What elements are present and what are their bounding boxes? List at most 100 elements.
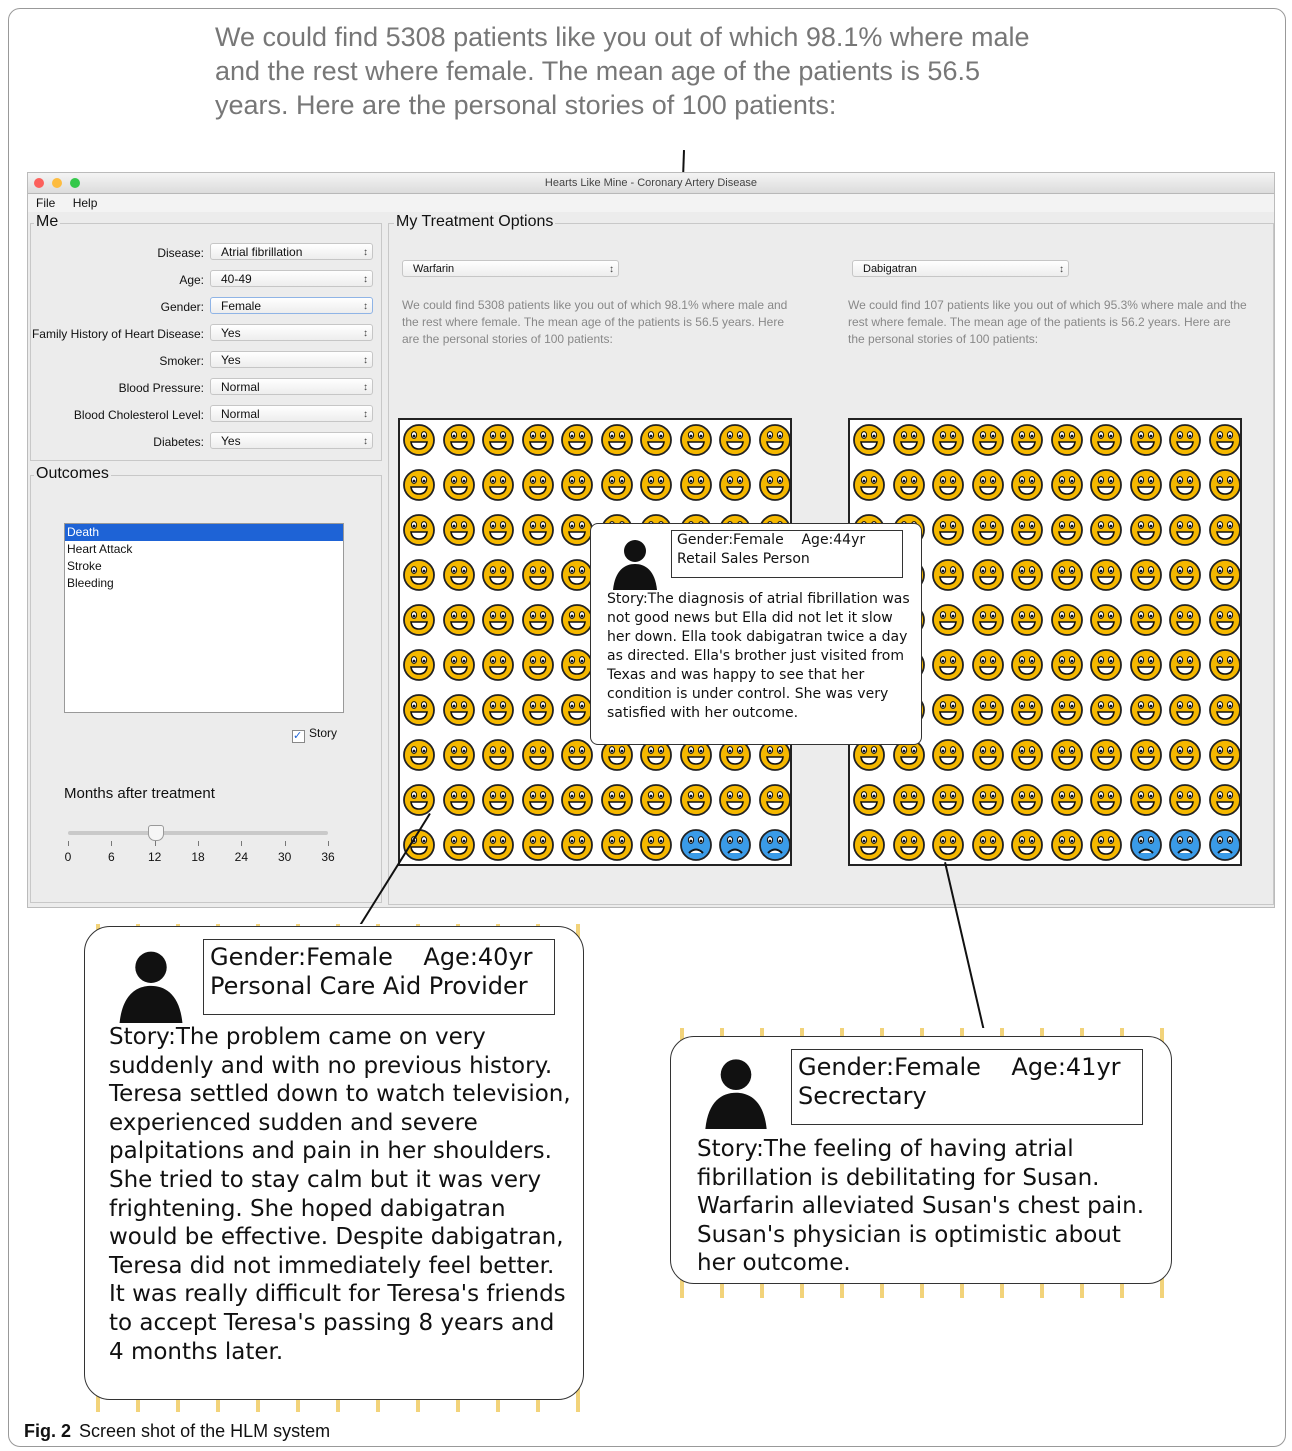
neutral-face-icon[interactable] [481,513,515,547]
neutral-face-icon[interactable] [1010,783,1044,817]
neutral-face-icon[interactable] [1010,828,1044,862]
me-field-select[interactable]: Normal [210,378,373,396]
neutral-face-icon[interactable] [1168,603,1202,637]
months-slider[interactable] [68,825,328,841]
neutral-face-icon[interactable] [1089,648,1123,682]
neutral-face-icon[interactable] [481,558,515,592]
neutral-face-icon[interactable] [402,738,436,772]
neutral-face-icon[interactable] [1168,783,1202,817]
neutral-face-icon[interactable] [1208,468,1242,502]
maximize-button[interactable] [70,178,80,188]
neutral-face-icon[interactable] [402,648,436,682]
neutral-face-icon[interactable] [1129,558,1163,592]
neutral-face-icon[interactable] [1168,558,1202,592]
neutral-face-icon[interactable] [402,603,436,637]
neutral-face-icon[interactable] [1168,648,1202,682]
neutral-face-icon[interactable] [852,783,886,817]
neutral-face-icon[interactable] [1089,513,1123,547]
neutral-face-icon[interactable] [442,738,476,772]
neutral-face-icon[interactable] [892,828,926,862]
neutral-face-icon[interactable] [718,423,752,457]
neutral-face-icon[interactable] [1050,738,1084,772]
sad-face-icon[interactable] [718,828,752,862]
neutral-face-icon[interactable] [402,513,436,547]
neutral-face-icon[interactable] [1129,513,1163,547]
right-drug-select[interactable]: Dabigatran [852,260,1069,278]
neutral-face-icon[interactable] [1208,423,1242,457]
neutral-face-icon[interactable] [481,468,515,502]
neutral-face-icon[interactable] [971,603,1005,637]
neutral-face-icon[interactable] [1089,693,1123,727]
neutral-face-icon[interactable] [442,603,476,637]
sad-face-icon[interactable] [679,828,713,862]
me-field-select[interactable]: Female [210,297,373,315]
neutral-face-icon[interactable] [931,783,965,817]
neutral-face-icon[interactable] [402,558,436,592]
neutral-face-icon[interactable] [971,783,1005,817]
story-checkbox[interactable]: ✓ Story [292,726,337,743]
neutral-face-icon[interactable] [481,423,515,457]
neutral-face-icon[interactable] [560,558,594,592]
neutral-face-icon[interactable] [521,468,555,502]
me-field-select[interactable]: Yes [210,432,373,450]
neutral-face-icon[interactable] [931,693,965,727]
neutral-face-icon[interactable] [758,783,792,817]
neutral-face-icon[interactable] [1129,648,1163,682]
neutral-face-icon[interactable] [1168,513,1202,547]
neutral-face-icon[interactable] [442,468,476,502]
neutral-face-icon[interactable] [1010,738,1044,772]
menu-help[interactable]: Help [73,196,98,210]
neutral-face-icon[interactable] [679,783,713,817]
neutral-face-icon[interactable] [679,423,713,457]
sad-face-icon[interactable] [1208,828,1242,862]
neutral-face-icon[interactable] [931,828,965,862]
neutral-face-icon[interactable] [931,738,965,772]
neutral-face-icon[interactable] [442,783,476,817]
neutral-face-icon[interactable] [560,513,594,547]
neutral-face-icon[interactable] [1089,468,1123,502]
neutral-face-icon[interactable] [402,783,436,817]
neutral-face-icon[interactable] [1208,513,1242,547]
me-field-select[interactable]: Yes [210,351,373,369]
neutral-face-icon[interactable] [481,648,515,682]
neutral-face-icon[interactable] [1050,648,1084,682]
neutral-face-icon[interactable] [1208,738,1242,772]
neutral-face-icon[interactable] [1208,783,1242,817]
neutral-face-icon[interactable] [1129,738,1163,772]
neutral-face-icon[interactable] [442,423,476,457]
neutral-face-icon[interactable] [1168,693,1202,727]
left-drug-select[interactable]: Warfarin [402,260,619,278]
neutral-face-icon[interactable] [639,783,673,817]
neutral-face-icon[interactable] [1089,603,1123,637]
neutral-face-icon[interactable] [931,648,965,682]
neutral-face-icon[interactable] [521,423,555,457]
neutral-face-icon[interactable] [1129,693,1163,727]
neutral-face-icon[interactable] [1050,693,1084,727]
sad-face-icon[interactable] [1129,828,1163,862]
neutral-face-icon[interactable] [442,648,476,682]
neutral-face-icon[interactable] [1010,693,1044,727]
neutral-face-icon[interactable] [892,783,926,817]
neutral-face-icon[interactable] [931,603,965,637]
neutral-face-icon[interactable] [931,423,965,457]
neutral-face-icon[interactable] [971,513,1005,547]
neutral-face-icon[interactable] [1168,468,1202,502]
neutral-face-icon[interactable] [402,828,436,862]
neutral-face-icon[interactable] [560,468,594,502]
neutral-face-icon[interactable] [971,648,1005,682]
neutral-face-icon[interactable] [560,693,594,727]
neutral-face-icon[interactable] [1050,468,1084,502]
neutral-face-icon[interactable] [852,828,886,862]
close-button[interactable] [34,178,44,188]
outcomes-list[interactable]: Death Heart Attack Stroke Bleeding [64,523,344,713]
neutral-face-icon[interactable] [1050,828,1084,862]
neutral-face-icon[interactable] [442,828,476,862]
neutral-face-icon[interactable] [560,738,594,772]
neutral-face-icon[interactable] [442,558,476,592]
neutral-face-icon[interactable] [560,648,594,682]
neutral-face-icon[interactable] [1129,783,1163,817]
neutral-face-icon[interactable] [1010,648,1044,682]
me-field-select[interactable]: Normal [210,405,373,423]
neutral-face-icon[interactable] [931,513,965,547]
neutral-face-icon[interactable] [442,693,476,727]
